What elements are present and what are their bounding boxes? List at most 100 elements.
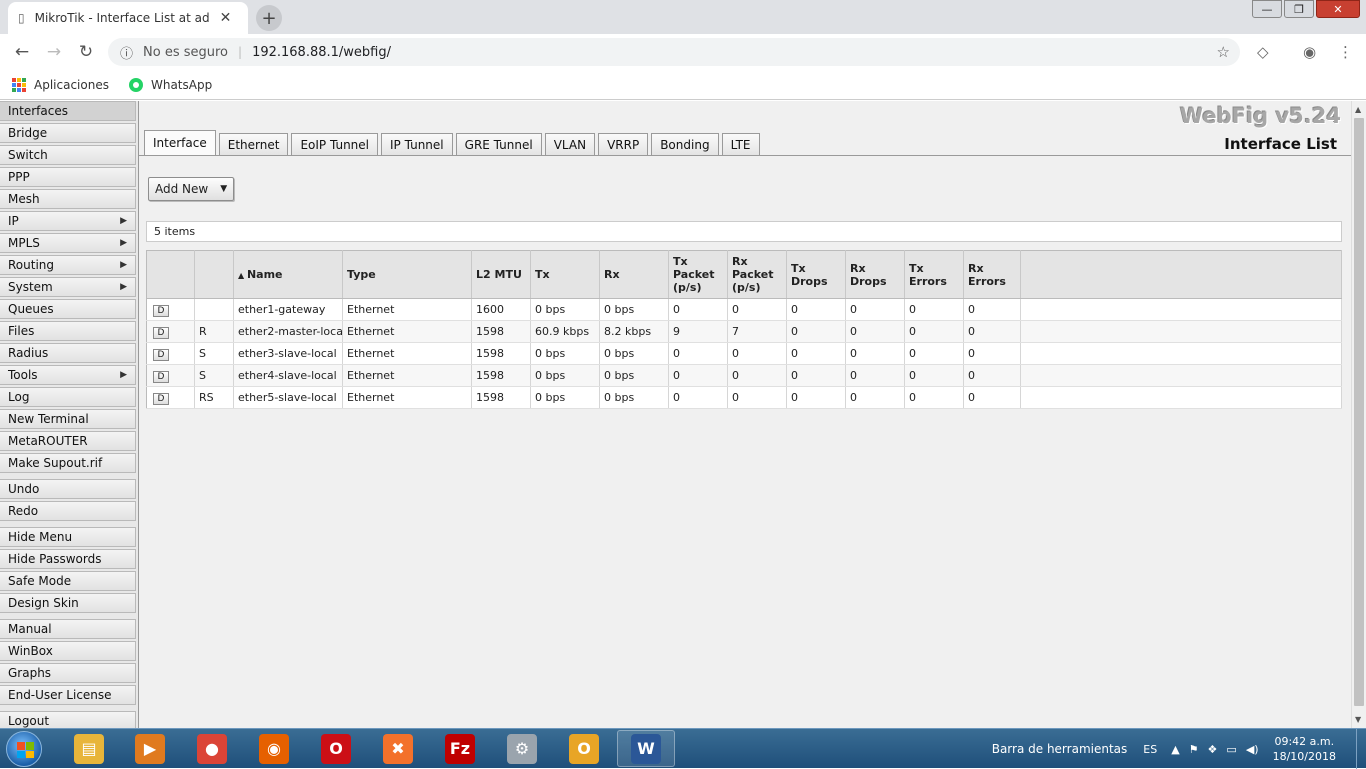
column-header[interactable]: Tx Errors bbox=[904, 250, 964, 299]
menu-item-interfaces[interactable]: Interfaces bbox=[0, 101, 136, 121]
disable-button[interactable]: D bbox=[153, 304, 169, 317]
taskbar-filezilla[interactable]: Fz bbox=[431, 730, 489, 767]
table-row[interactable]: D Sether4-slave-local Ethernet 1598 0 bps 0 b… bbox=[146, 364, 1342, 387]
tab-vrrp[interactable]: VRRP bbox=[598, 133, 649, 155]
bookmark-star-icon[interactable]: ☆ bbox=[1217, 43, 1230, 61]
minimize-button[interactable]: — bbox=[1252, 0, 1282, 18]
url-text[interactable]: 192.168.88.1/webfig/ bbox=[252, 45, 391, 60]
disable-button[interactable]: D bbox=[153, 370, 169, 383]
language-indicator[interactable]: ES bbox=[1143, 743, 1157, 756]
column-header[interactable]: Tx Packet (p/s) bbox=[668, 250, 728, 299]
browser-menu-icon[interactable]: ⋮ bbox=[1338, 43, 1353, 61]
column-header[interactable]: Rx Errors bbox=[963, 250, 1021, 299]
disable-button[interactable]: D bbox=[153, 348, 169, 361]
tab-interface[interactable]: Interface bbox=[144, 130, 216, 155]
menu-item-logout[interactable]: Logout bbox=[0, 711, 136, 728]
menu-item-mesh[interactable]: Mesh bbox=[0, 189, 136, 209]
bookmark-whatsapp[interactable]: WhatsApp bbox=[128, 77, 212, 92]
taskbar-opera[interactable]: O bbox=[307, 730, 365, 767]
disable-button[interactable]: D bbox=[153, 392, 169, 405]
page-scrollbar[interactable]: ▲ ▼ bbox=[1351, 101, 1366, 728]
menu-item-system[interactable]: System ▶ bbox=[0, 277, 136, 297]
column-header[interactable]: Tx Drops bbox=[786, 250, 846, 299]
menu-item-switch[interactable]: Switch bbox=[0, 145, 136, 165]
table-row[interactable]: D RS ether5-slave-local Ethernet 1598 0 bps 0 … bbox=[146, 386, 1342, 409]
menu-item-tools[interactable]: Tools ▶ bbox=[0, 365, 136, 385]
start-button[interactable] bbox=[6, 731, 42, 767]
menu-item-graphs[interactable]: Graphs bbox=[0, 663, 136, 683]
tab-gre-tunnel[interactable]: GRE Tunnel bbox=[455, 133, 542, 155]
maximize-button[interactable]: ❐ bbox=[1284, 0, 1314, 18]
taskbar-word[interactable]: W bbox=[617, 730, 675, 767]
address-bar[interactable]: ⓘ No es seguro | 192.168.88.1/webfig/ ☆ bbox=[108, 38, 1240, 66]
tab-vlan[interactable]: VLAN bbox=[544, 133, 596, 155]
menu-item-mpls[interactable]: MPLS ▶ bbox=[0, 233, 136, 253]
tab-ip-tunnel[interactable]: IP Tunnel bbox=[381, 133, 453, 155]
menu-item-ppp[interactable]: PPP bbox=[0, 167, 136, 187]
taskbar-firefox[interactable]: ◉ bbox=[245, 730, 303, 767]
close-tab-icon[interactable]: ✕ bbox=[220, 10, 232, 26]
column-header[interactable]: Rx Packet (p/s) bbox=[727, 250, 787, 299]
browser-tab[interactable]: ▯ MikroTik - Interface List at admin ✕ bbox=[8, 2, 248, 34]
extension-icon[interactable]: ◇ bbox=[1257, 43, 1269, 61]
table-row[interactable]: D Rether2-master-local Ethernet 1598 60.9 kb… bbox=[146, 320, 1342, 343]
close-window-button[interactable]: ✕ bbox=[1316, 0, 1360, 18]
menu-item-undo[interactable]: Undo bbox=[0, 479, 136, 499]
menu-item-log[interactable]: Log bbox=[0, 387, 136, 407]
menu-item-hide-menu[interactable]: Hide Menu bbox=[0, 527, 136, 547]
taskbar-explorer[interactable]: ▤ bbox=[60, 730, 118, 767]
menu-item-redo[interactable]: Redo bbox=[0, 501, 136, 521]
menu-item-radius[interactable]: Radius bbox=[0, 343, 136, 363]
disable-button[interactable]: D bbox=[153, 326, 169, 339]
volume-icon[interactable]: ◀) bbox=[1246, 743, 1259, 756]
taskbar-xampp[interactable]: ✖ bbox=[369, 730, 427, 767]
reload-icon[interactable]: ↻ bbox=[70, 42, 102, 62]
menu-item-end-user-license[interactable]: End-User License bbox=[0, 685, 136, 705]
table-row[interactable]: Dether1-gateway Ethernet 1600 0 bps 0 bps 0 0 0… bbox=[146, 298, 1342, 321]
menu-item-ip[interactable]: IP ▶ bbox=[0, 211, 136, 231]
taskbar-chrome[interactable]: ● bbox=[183, 730, 241, 767]
column-header[interactable]: ▲ Name bbox=[233, 250, 343, 299]
column-header[interactable]: Type bbox=[342, 250, 472, 299]
scroll-up-icon[interactable]: ▲ bbox=[1355, 105, 1361, 114]
profile-icon[interactable]: ◉ bbox=[1303, 43, 1316, 61]
tab-lte[interactable]: LTE bbox=[721, 133, 760, 155]
show-desktop-button[interactable] bbox=[1356, 729, 1366, 769]
menu-item-files[interactable]: Files bbox=[0, 321, 136, 341]
menu-item-make-supout-rif[interactable]: Make Supout.rif bbox=[0, 453, 136, 473]
column-header[interactable]: Rx bbox=[599, 250, 669, 299]
menu-item-design-skin[interactable]: Design Skin bbox=[0, 593, 136, 613]
taskbar-media-player[interactable]: ▶ bbox=[121, 730, 179, 767]
column-header[interactable]: Rx Drops bbox=[845, 250, 905, 299]
taskbar-outlook[interactable]: O bbox=[555, 730, 613, 767]
column-header[interactable]: L2 MTU bbox=[471, 250, 531, 299]
add-new-button[interactable]: Add New ▼ bbox=[148, 177, 235, 201]
tab-bonding[interactable]: Bonding bbox=[651, 133, 719, 155]
back-icon[interactable]: ← bbox=[6, 42, 38, 62]
menu-item-safe-mode[interactable]: Safe Mode bbox=[0, 571, 136, 591]
menu-item-metarouter[interactable]: MetaROUTER bbox=[0, 431, 136, 451]
menu-item-manual[interactable]: Manual bbox=[0, 619, 136, 639]
dropbox-icon[interactable]: ❖ bbox=[1208, 743, 1218, 756]
menu-item-new-terminal[interactable]: New Terminal bbox=[0, 409, 136, 429]
network-icon[interactable]: ▭ bbox=[1226, 743, 1236, 756]
bookmark-apps[interactable]: Aplicaciones bbox=[12, 77, 109, 92]
menu-item-winbox[interactable]: WinBox bbox=[0, 641, 136, 661]
menu-item-queues[interactable]: Queues bbox=[0, 299, 136, 319]
toolbar-label[interactable]: Barra de herramientas bbox=[992, 742, 1128, 756]
show-hidden-icons-icon[interactable]: ▲ bbox=[1171, 743, 1179, 756]
action-center-icon[interactable]: ⚑ bbox=[1189, 743, 1199, 756]
clock[interactable]: 09:42 a.m. 18/10/2018 bbox=[1273, 734, 1336, 764]
scroll-thumb[interactable] bbox=[1354, 118, 1364, 706]
tab-eoip-tunnel[interactable]: EoIP Tunnel bbox=[291, 133, 378, 155]
taskbar-settings[interactable]: ⚙ bbox=[493, 730, 551, 767]
column-header[interactable]: Tx bbox=[530, 250, 600, 299]
forward-icon[interactable]: → bbox=[38, 42, 70, 62]
table-row[interactable]: D Sether3-slave-local Ethernet 1598 0 bps 0 b… bbox=[146, 342, 1342, 365]
info-icon[interactable]: ⓘ bbox=[120, 43, 133, 62]
scroll-down-icon[interactable]: ▼ bbox=[1355, 715, 1361, 724]
menu-item-hide-passwords[interactable]: Hide Passwords bbox=[0, 549, 136, 569]
menu-item-bridge[interactable]: Bridge bbox=[0, 123, 136, 143]
tab-ethernet[interactable]: Ethernet bbox=[218, 133, 289, 155]
new-tab-button[interactable]: + bbox=[256, 5, 282, 31]
